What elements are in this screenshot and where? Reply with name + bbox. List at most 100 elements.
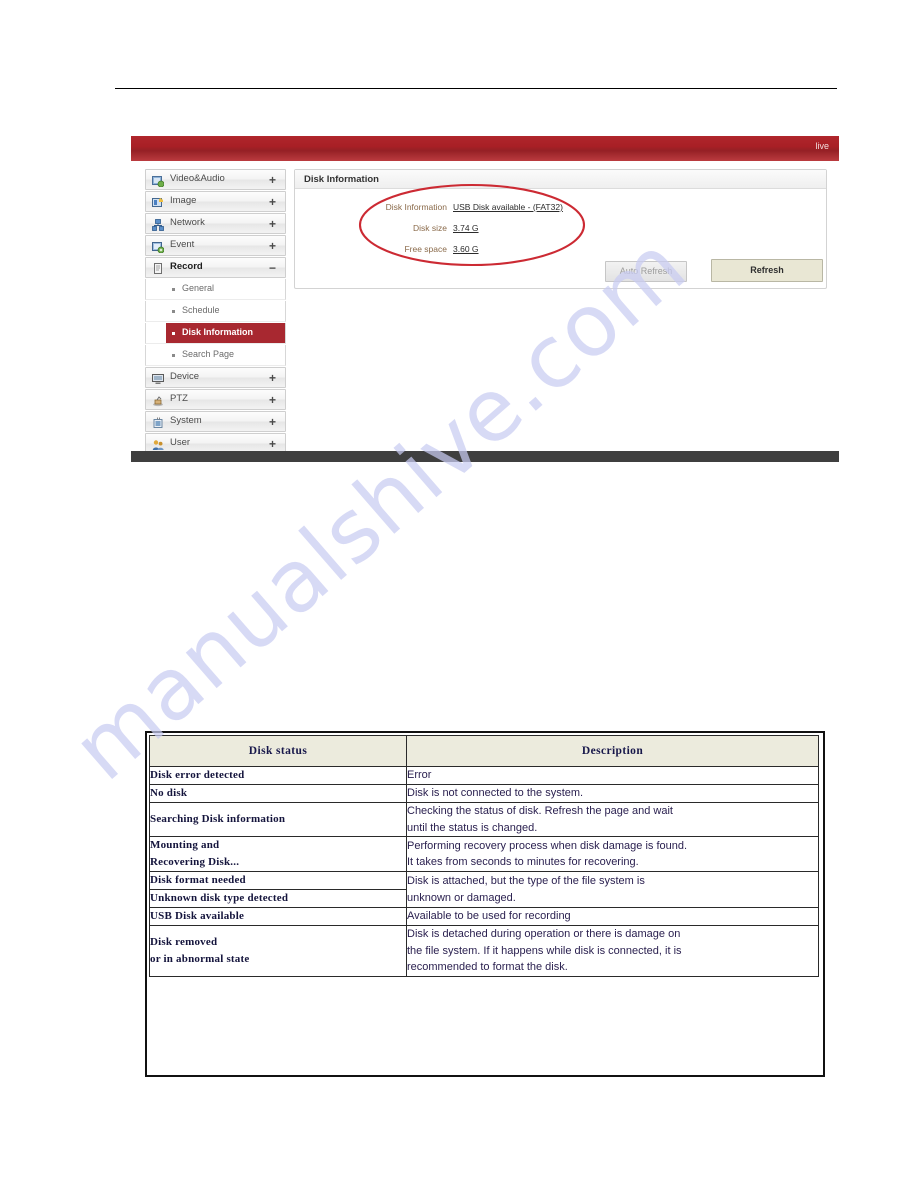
collapse-minus-icon[interactable]: − — [269, 260, 276, 276]
network-icon — [152, 218, 164, 231]
image-icon — [152, 196, 164, 208]
sidebar-item-event[interactable]: Event + — [145, 235, 286, 256]
expand-plus-icon[interactable]: + — [269, 414, 276, 430]
desc-line: Error — [407, 769, 432, 782]
sidebar-item-system[interactable]: System + — [145, 411, 286, 432]
status-line: or in abnormal state — [150, 952, 250, 965]
sidebar-label: PTZ — [170, 393, 188, 404]
panel-title-bar: Disk Information — [295, 170, 826, 189]
sidebar-subitem-disk-information[interactable]: Disk Information — [145, 323, 286, 344]
ui-header-bar: live — [131, 136, 839, 161]
expand-plus-icon[interactable]: + — [269, 436, 276, 452]
expand-plus-icon[interactable]: + — [269, 392, 276, 408]
status-line: Mounting and — [150, 839, 220, 851]
sidebar-sublabel: Disk Information — [182, 326, 254, 337]
sidebar-label: Event — [170, 239, 195, 250]
cell-description: Performing recovery process when disk da… — [406, 836, 819, 872]
table-row: Disk error detected Error — [149, 766, 819, 785]
desc-line: Available to be used for recording — [407, 910, 571, 923]
field-disk-size: Disk size 3.74 G — [295, 221, 826, 235]
device-web-ui-figure: live Video&Audio + Image + Network + Eve… — [131, 136, 839, 466]
cell-description: Checking the status of disk. Refresh the… — [406, 802, 819, 837]
cell-disk-status: No disk — [149, 784, 407, 803]
sidebar-item-ptz[interactable]: PTZ + — [145, 389, 286, 410]
sidebar-subitem-general[interactable]: General — [145, 279, 286, 300]
ui-footer-bar — [131, 451, 839, 462]
page-header-rule — [115, 88, 837, 89]
expand-plus-icon[interactable]: + — [269, 194, 276, 210]
expand-plus-icon[interactable]: + — [269, 172, 276, 188]
cell-description: Disk is attached, but the type of the fi… — [406, 871, 819, 908]
live-link[interactable]: live — [815, 141, 829, 151]
video-audio-icon — [152, 174, 165, 188]
cell-disk-status: Mounting and Recovering Disk... — [149, 836, 407, 872]
sidebar-label: Image — [170, 195, 197, 206]
refresh-button[interactable]: Refresh — [711, 259, 823, 282]
status-line: Unknown disk type detected — [150, 892, 289, 904]
event-icon — [152, 240, 165, 254]
disk-status-table-container: Disk status Description Disk error detec… — [145, 731, 825, 1077]
record-icon — [152, 262, 164, 274]
sidebar-label: Device — [170, 371, 200, 382]
cell-disk-status: Disk error detected — [149, 766, 407, 785]
auto-refresh-button[interactable]: Auto Refresh — [605, 261, 687, 282]
table-row: Disk removed or in abnormal state Disk i… — [149, 925, 819, 977]
sidebar-item-video-audio[interactable]: Video&Audio + — [145, 169, 286, 190]
sidebar-label: Record — [170, 261, 203, 272]
sidebar-sublabel: Schedule — [182, 304, 220, 315]
disk-status-table: Disk status Description Disk error detec… — [149, 735, 819, 977]
desc-line: It takes from seconds to minutes for rec… — [407, 856, 639, 868]
status-line: Disk error detected — [150, 769, 245, 781]
desc-line: Disk is attached, but the type of the fi… — [407, 875, 645, 887]
bullet-icon — [172, 310, 175, 313]
field-value: 3.60 G — [453, 244, 479, 254]
sidebar-item-network[interactable]: Network + — [145, 213, 286, 234]
field-value: USB Disk available - (FAT32) — [453, 202, 563, 212]
field-disk-information: Disk Information USB Disk available - (F… — [295, 200, 826, 214]
sidebar-label: System — [170, 415, 202, 426]
column-header-disk-status: Disk status — [149, 735, 407, 767]
sidebar-item-device[interactable]: Device + — [145, 367, 286, 388]
user-icon — [152, 438, 164, 450]
disk-information-panel: Disk Information Disk Information USB Di… — [294, 169, 827, 289]
desc-line: Disk is detached during operation or the… — [407, 928, 681, 940]
cell-disk-status: Disk removed or in abnormal state — [149, 925, 407, 977]
sidebar-sublabel: Search Page — [182, 348, 235, 359]
expand-plus-icon[interactable]: + — [269, 370, 276, 386]
status-line: USB Disk available — [150, 910, 245, 922]
bullet-icon — [172, 288, 175, 291]
cell-description: Disk is not connected to the system. — [406, 784, 819, 803]
system-icon — [152, 416, 164, 428]
column-header-description: Description — [406, 735, 819, 767]
ptz-icon — [152, 394, 164, 407]
cell-disk-status: Disk format needed — [149, 871, 407, 890]
sidebar-sublabel: General — [182, 282, 215, 293]
desc-line: the file system. If it happens while dis… — [407, 944, 682, 957]
cell-disk-status: Unknown disk type detected — [149, 889, 407, 908]
sidebar-nav: Video&Audio + Image + Network + Event + … — [145, 169, 286, 455]
bullet-icon — [172, 354, 175, 357]
desc-line: Checking the status of disk. Refresh the… — [407, 805, 673, 817]
table-row: Mounting and Recovering Disk... Performi… — [149, 836, 819, 872]
field-label: Free space — [404, 244, 447, 254]
panel-title: Disk Information — [304, 174, 379, 185]
cell-description: Error — [406, 766, 819, 785]
cell-disk-status: Searching Disk information — [149, 802, 407, 837]
table-row: USB Disk available Available to be used … — [149, 907, 819, 926]
table-row: No disk Disk is not connected to the sys… — [149, 784, 819, 803]
desc-line: unknown or damaged. — [407, 891, 516, 904]
desc-line: recommended to format the disk. — [407, 961, 568, 973]
sidebar-item-record[interactable]: Record − — [145, 257, 286, 278]
bullet-icon — [172, 332, 175, 335]
cell-disk-status: USB Disk available — [149, 907, 407, 926]
field-label: Disk size — [412, 223, 447, 233]
sidebar-item-image[interactable]: Image + — [145, 191, 286, 212]
sidebar-subitem-search-page[interactable]: Search Page — [145, 345, 286, 366]
cell-description: Available to be used for recording — [406, 907, 819, 926]
field-free-space: Free space 3.60 G — [295, 242, 826, 256]
expand-plus-icon[interactable]: + — [269, 216, 276, 232]
desc-line: until the status is changed. — [407, 821, 538, 834]
sidebar-subitem-schedule[interactable]: Schedule — [145, 301, 286, 322]
sidebar-label: Network — [170, 217, 205, 228]
expand-plus-icon[interactable]: + — [269, 238, 276, 254]
